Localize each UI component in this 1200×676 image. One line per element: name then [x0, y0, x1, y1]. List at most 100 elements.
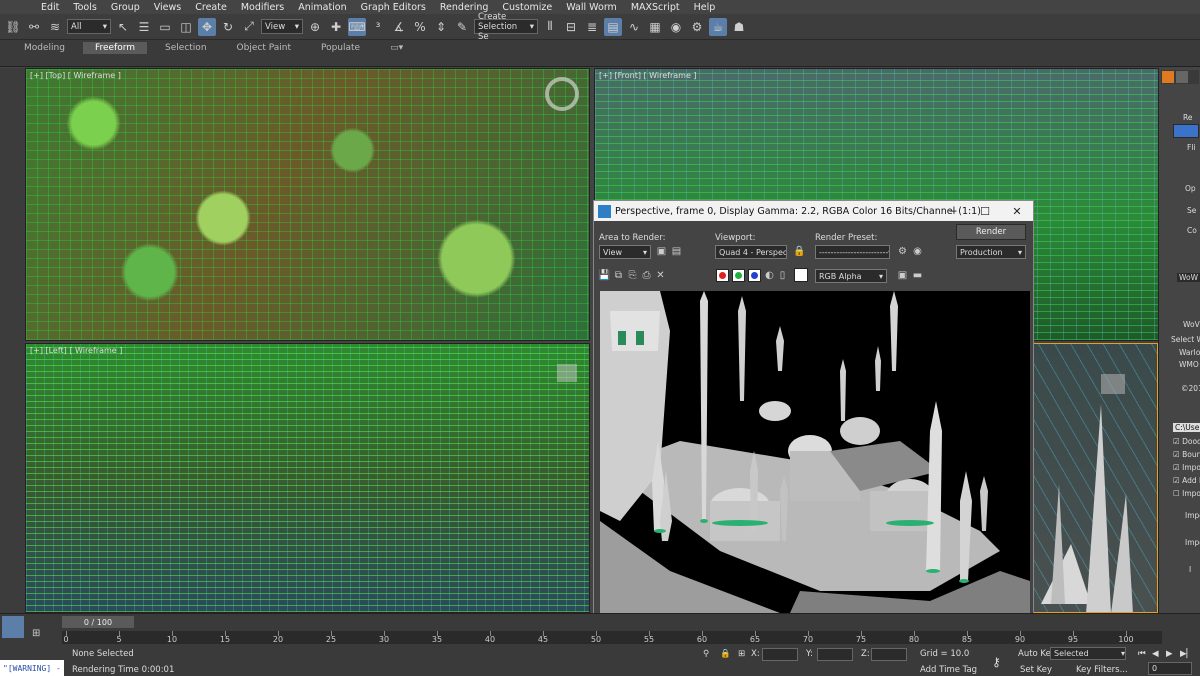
area-to-render-select[interactable]: View ▾ [599, 245, 651, 259]
menu-edit[interactable]: Edit [34, 2, 66, 13]
channel-display-select[interactable]: RGB Alpha ▾ [815, 269, 887, 283]
save-image-icon[interactable]: 💾 [598, 269, 611, 282]
cp-label[interactable]: Se [1187, 206, 1196, 215]
cp-check[interactable]: ☐ Impo [1173, 489, 1200, 498]
rendered-frame-window-icon[interactable]: ☕ [709, 17, 727, 36]
absolute-mode-icon[interactable]: ⊞ [738, 649, 745, 659]
menu-modifiers[interactable]: Modifiers [234, 2, 291, 13]
minimize-icon[interactable]: ─ [937, 201, 969, 221]
alpha-channel-icon[interactable]: ◐ [763, 269, 776, 282]
menu-create[interactable]: Create [188, 2, 234, 13]
key-filters-button[interactable]: Key Filters... [1076, 665, 1128, 675]
selection-lock-icon[interactable]: 🔒 [720, 649, 731, 659]
maxscript-listener[interactable]: "[WARNING] - [0, 660, 64, 676]
toggle-ui-icon[interactable]: ▬ [911, 269, 924, 282]
tab-populate[interactable]: Populate [309, 42, 372, 54]
bind-spacewarp-icon[interactable]: ≋ [46, 18, 64, 36]
clear-icon[interactable]: ✕ [654, 269, 667, 282]
edit-region-icon[interactable]: ▣ [655, 245, 668, 258]
viewcube-icon[interactable] [545, 77, 579, 111]
menu-help[interactable]: Help [687, 2, 723, 13]
select-move-icon[interactable]: ✥ [198, 17, 216, 36]
viewport-top-label[interactable]: [+] [Top] [ Wireframe ] [30, 71, 121, 80]
timeline-ruler[interactable]: 0 5 10 15 20 25 30 35 40 45 50 55 60 65 70 75 80 85 90 95 10… [62, 631, 1162, 644]
cp-check[interactable]: ☑ Impo [1173, 463, 1200, 472]
snaps-toggle-icon[interactable]: ³ [369, 18, 387, 36]
menu-animation[interactable]: Animation [291, 2, 353, 13]
red-channel-toggle[interactable] [716, 269, 729, 282]
create-tab-icon[interactable] [1162, 71, 1174, 83]
render-production-icon[interactable]: ☗ [730, 18, 748, 36]
align-icon[interactable]: ⊟ [562, 18, 580, 36]
percent-snap-icon[interactable]: % [411, 18, 429, 36]
link-icon[interactable]: ⛓ [4, 18, 22, 36]
tab-selection[interactable]: Selection [153, 42, 218, 54]
edit-named-selection-icon[interactable]: ✎ [453, 18, 471, 36]
green-channel-toggle[interactable] [732, 269, 745, 282]
production-select[interactable]: Production ▾ [956, 245, 1026, 259]
z-coordinate-field[interactable] [871, 648, 907, 661]
window-crossing-icon[interactable]: ◫ [177, 18, 195, 36]
mini-curve-editor-icon[interactable]: ⊞ [32, 628, 46, 642]
menu-wall-worm[interactable]: Wall Worm [559, 2, 624, 13]
set-key-button[interactable]: Set Key [1020, 665, 1052, 675]
scene-explorer-icon[interactable]: ▤ [604, 17, 622, 36]
maximize-icon[interactable]: ☐ [969, 201, 1001, 221]
play-icon[interactable]: ▶ [1166, 649, 1173, 659]
y-coordinate-field[interactable] [817, 648, 853, 661]
selection-filter-select[interactable]: All ▾ [67, 19, 111, 34]
add-time-tag[interactable]: Add Time Tag [920, 665, 977, 675]
viewport-front-label[interactable]: [+] [Front] [ Wireframe ] [599, 71, 697, 80]
environment-icon[interactable]: ◉ [911, 245, 924, 258]
toggle-ui-overlay-icon[interactable]: ▣ [896, 269, 909, 282]
menu-tools[interactable]: Tools [66, 2, 103, 13]
mirror-icon[interactable]: ⫴ [541, 18, 559, 36]
render-setup-icon[interactable]: ⚙ [688, 18, 706, 36]
select-object-icon[interactable]: ↖ [114, 18, 132, 36]
isolate-icon[interactable]: ⚲ [703, 649, 709, 659]
angle-snap-icon[interactable]: ∡ [390, 18, 408, 36]
cp-button[interactable]: I [1189, 565, 1191, 574]
auto-region-icon[interactable]: ▤ [670, 245, 683, 258]
named-selection-select[interactable]: Create Selection Se ▾ [474, 12, 538, 42]
key-icon[interactable]: ⚷ [992, 655, 1001, 669]
menu-maxscript[interactable]: MAXScript [624, 2, 687, 13]
copy-image-icon[interactable]: ⎘ [626, 269, 639, 282]
viewport-left-label[interactable]: [+] [Left] [ Wireframe ] [30, 346, 122, 355]
cp-check[interactable]: ☑ Dood [1173, 437, 1200, 446]
select-manipulate-icon[interactable]: ✚ [327, 18, 345, 36]
print-image-icon[interactable]: ⎙ [640, 269, 653, 282]
cp-check[interactable]: ☑ Add M [1173, 476, 1200, 485]
viewport-left[interactable]: [+] [Left] [ Wireframe ] [25, 343, 590, 613]
schematic-view-icon[interactable]: ▦ [646, 18, 664, 36]
rectangular-selection-icon[interactable]: ▭ [156, 18, 174, 36]
cp-label[interactable]: Co [1187, 226, 1197, 235]
cp-field[interactable]: WoW V [1177, 273, 1200, 282]
reference-coordinate-select[interactable]: View ▾ [261, 19, 303, 34]
lock-icon[interactable]: 🔒 [793, 245, 806, 258]
viewport-select[interactable]: Quad 4 - Perspec▾ [715, 245, 787, 259]
select-by-name-icon[interactable]: ☰ [135, 18, 153, 36]
current-frame-field[interactable]: 0 [1148, 662, 1192, 675]
viewport-top[interactable]: [+] [Top] [ Wireframe ] [25, 68, 590, 341]
keyboard-shortcut-override-icon[interactable]: ⌨ [348, 17, 366, 36]
menu-group[interactable]: Group [104, 2, 147, 13]
material-editor-icon[interactable]: ◉ [667, 18, 685, 36]
cp-button[interactable]: Impo [1185, 511, 1200, 520]
swatch-white[interactable] [794, 268, 808, 282]
layer-manager-icon[interactable]: ≣ [583, 18, 601, 36]
spinner-snap-icon[interactable]: ⇕ [432, 18, 450, 36]
ribbon-options-icon[interactable]: ▭▾ [378, 42, 415, 54]
tab-object-paint[interactable]: Object Paint [225, 42, 303, 54]
render-window-titlebar[interactable]: Perspective, frame 0, Display Gamma: 2.2… [594, 201, 1033, 221]
viewport-layout-icon[interactable] [2, 616, 24, 638]
previous-frame-icon[interactable]: ◀ [1152, 649, 1159, 659]
cp-label[interactable]: Op [1185, 184, 1196, 193]
select-rotate-icon[interactable]: ↻ [219, 18, 237, 36]
menu-views[interactable]: Views [147, 2, 189, 13]
monochrome-icon[interactable]: ▯ [776, 269, 789, 282]
pivot-center-icon[interactable]: ⊕ [306, 18, 324, 36]
render-preset-select[interactable]: ------------------------▾ [815, 245, 890, 259]
time-slider[interactable]: 0 / 100 [62, 616, 134, 628]
viewport-perspective[interactable] [1030, 343, 1158, 613]
